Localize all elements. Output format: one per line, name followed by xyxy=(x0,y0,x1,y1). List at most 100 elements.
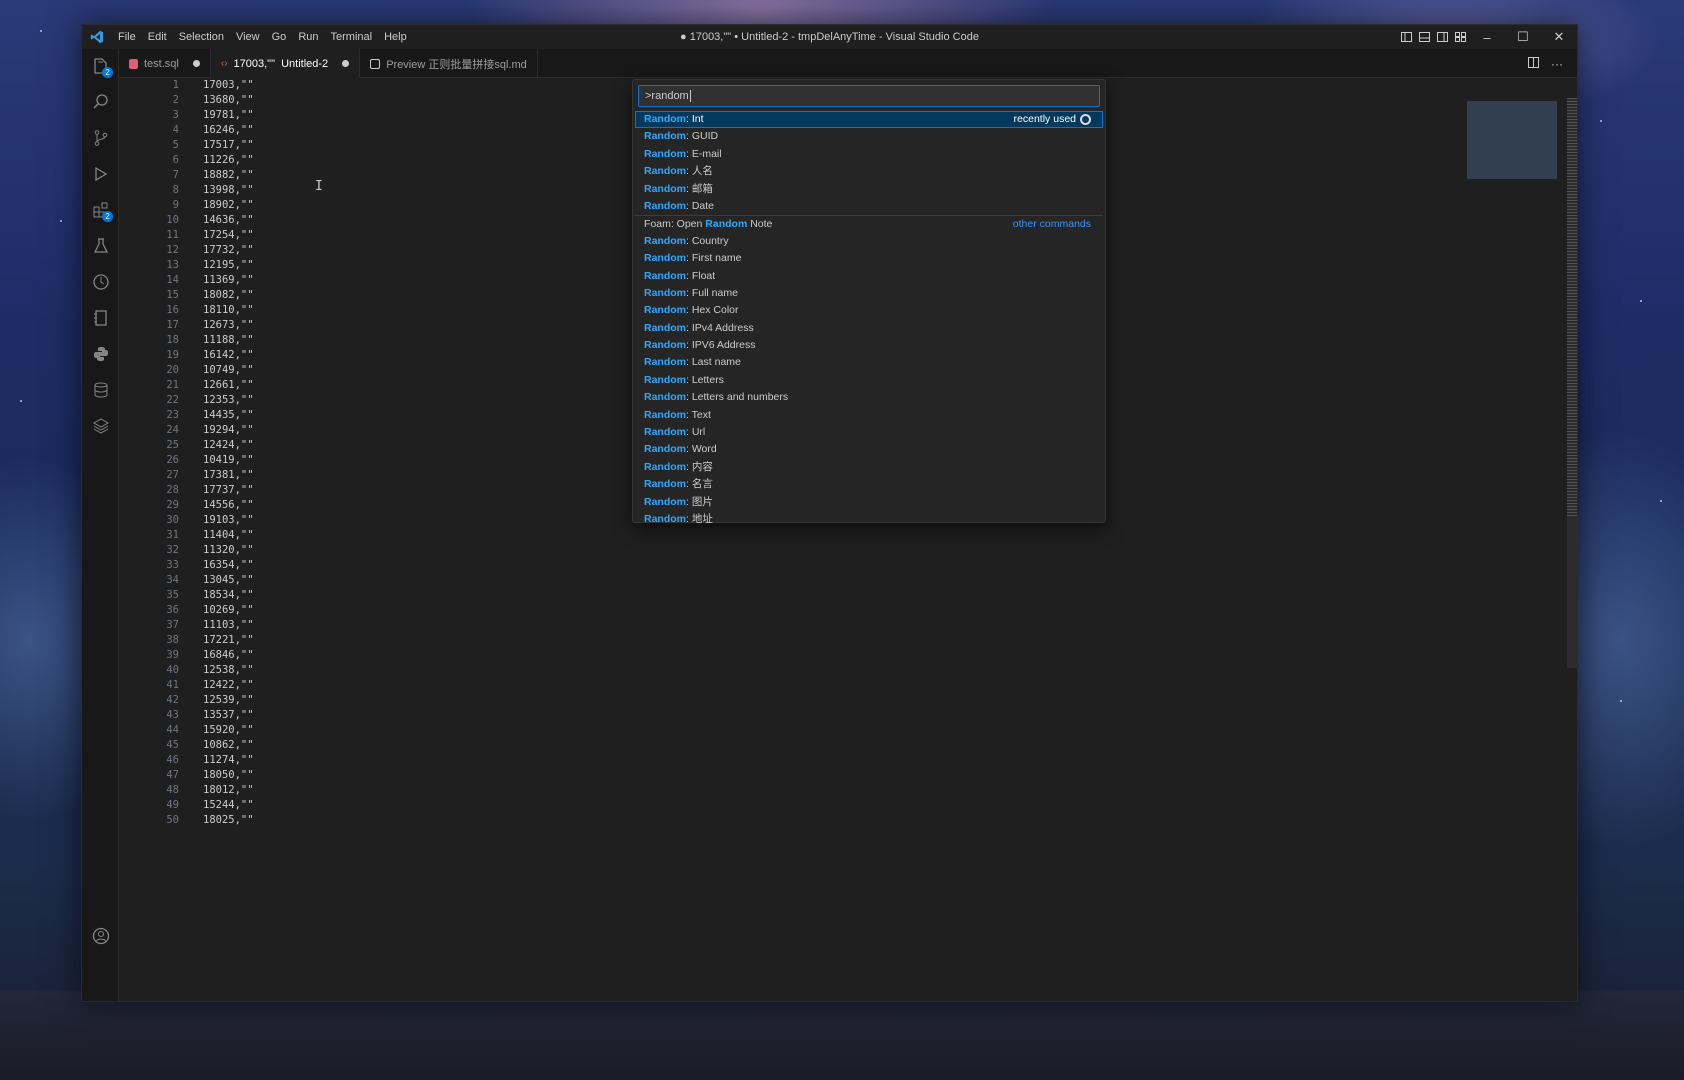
command-palette-input[interactable]: >random xyxy=(638,85,1100,107)
code-line[interactable]: 12539,"" xyxy=(203,693,254,708)
code-line[interactable]: 11103,"" xyxy=(203,618,254,633)
code-line[interactable]: 11320,"" xyxy=(203,543,254,558)
code-line[interactable]: 13045,"" xyxy=(203,573,254,588)
code-content[interactable]: 17003,"" 13680,"" 19781,"" 16246,"" 17517,""… xyxy=(203,78,254,828)
testing-icon[interactable] xyxy=(82,229,119,263)
code-line[interactable]: 12538,"" xyxy=(203,663,254,678)
code-line[interactable]: 15244,"" xyxy=(203,798,254,813)
command-item[interactable]: Random: Hex Color xyxy=(635,302,1103,319)
code-line[interactable]: 12422,"" xyxy=(203,678,254,693)
account-icon[interactable] xyxy=(82,919,119,953)
customize-layout-icon[interactable] xyxy=(1451,25,1469,49)
code-line[interactable]: 18534,"" xyxy=(203,588,254,603)
code-line[interactable]: 17254,"" xyxy=(203,228,254,243)
code-line[interactable]: 10749,"" xyxy=(203,363,254,378)
run-debug-icon[interactable] xyxy=(82,157,119,191)
tab-test-sql[interactable]: test.sql xyxy=(119,49,211,78)
timeline-icon[interactable] xyxy=(82,265,119,299)
code-line[interactable]: 12195,"" xyxy=(203,258,254,273)
menu-help[interactable]: Help xyxy=(378,25,413,49)
explorer-icon[interactable]: 2 xyxy=(82,49,119,83)
command-item[interactable]: Random: Int recently used xyxy=(635,111,1103,129)
tab-untitled-2[interactable]: ‹› 17003,"" Untitled-2 xyxy=(210,49,361,78)
command-item[interactable]: Random: Word xyxy=(635,441,1103,458)
code-line[interactable]: 18882,"" xyxy=(203,168,254,183)
code-line[interactable]: 18082,"" xyxy=(203,288,254,303)
command-item[interactable]: Random: GUID xyxy=(635,128,1103,145)
notebook-icon[interactable] xyxy=(82,301,119,335)
toggle-secondary-sidebar-icon[interactable] xyxy=(1433,25,1451,49)
code-line[interactable]: 17381,"" xyxy=(203,468,254,483)
python-icon[interactable] xyxy=(82,337,119,371)
command-item[interactable]: Random: E-mail xyxy=(635,146,1103,163)
command-item[interactable]: Random: Letters xyxy=(635,372,1103,389)
menu-terminal[interactable]: Terminal xyxy=(325,25,379,49)
code-line[interactable]: 18050,"" xyxy=(203,768,254,783)
code-line[interactable]: 16142,"" xyxy=(203,348,254,363)
code-line[interactable]: 17003,"" xyxy=(203,78,254,93)
code-line[interactable]: 10269,"" xyxy=(203,603,254,618)
code-line[interactable]: 11226,"" xyxy=(203,153,254,168)
code-line[interactable]: 19781,"" xyxy=(203,108,254,123)
code-line[interactable]: 16246,"" xyxy=(203,123,254,138)
code-line[interactable]: 12673,"" xyxy=(203,318,254,333)
code-line[interactable]: 14435,"" xyxy=(203,408,254,423)
code-line[interactable]: 19103,"" xyxy=(203,513,254,528)
code-line[interactable]: 12424,"" xyxy=(203,438,254,453)
code-line[interactable]: 13680,"" xyxy=(203,93,254,108)
command-item[interactable]: Random: 地址 xyxy=(635,511,1103,528)
command-item[interactable]: Random: Letters and numbers xyxy=(635,389,1103,406)
toggle-sidebar-icon[interactable] xyxy=(1397,25,1415,49)
code-line[interactable]: 11188,"" xyxy=(203,333,254,348)
split-editor-icon[interactable] xyxy=(1528,56,1539,71)
extensions-icon[interactable]: 2 xyxy=(82,193,119,227)
code-line[interactable]: 18110,"" xyxy=(203,303,254,318)
code-line[interactable]: 13537,"" xyxy=(203,708,254,723)
code-line[interactable]: 13998,"" xyxy=(203,183,254,198)
command-item[interactable]: Foam: Open Random Note other commands xyxy=(635,215,1103,232)
toggle-panel-icon[interactable] xyxy=(1415,25,1433,49)
command-item[interactable]: Random: IPV6 Address xyxy=(635,337,1103,354)
code-line[interactable]: 17221,"" xyxy=(203,633,254,648)
other-commands-link[interactable]: other commands xyxy=(1013,216,1091,233)
database-icon[interactable] xyxy=(82,373,119,407)
command-item[interactable]: Random: 名言 xyxy=(635,476,1103,493)
command-item[interactable]: Random: First name xyxy=(635,250,1103,267)
command-item[interactable]: Random: 人名 xyxy=(635,163,1103,180)
close-button[interactable]: ✕ xyxy=(1541,25,1577,49)
menu-run[interactable]: Run xyxy=(292,25,324,49)
command-item[interactable]: Random: Full name xyxy=(635,285,1103,302)
command-item[interactable]: Random: Url xyxy=(635,424,1103,441)
menu-edit[interactable]: Edit xyxy=(142,25,173,49)
command-item[interactable]: Random: Last name xyxy=(635,354,1103,371)
minimap-slider[interactable] xyxy=(1467,101,1557,179)
more-actions-icon[interactable]: ··· xyxy=(1551,57,1563,71)
code-line[interactable]: 11274,"" xyxy=(203,753,254,768)
code-line[interactable]: 11404,"" xyxy=(203,528,254,543)
search-icon[interactable] xyxy=(82,85,119,119)
command-item[interactable]: Random: 邮箱 xyxy=(635,181,1103,198)
command-item[interactable]: Random: Text xyxy=(635,407,1103,424)
code-line[interactable]: 19294,"" xyxy=(203,423,254,438)
code-line[interactable]: 12353,"" xyxy=(203,393,254,408)
code-line[interactable]: 12661,"" xyxy=(203,378,254,393)
code-line[interactable]: 14556,"" xyxy=(203,498,254,513)
code-line[interactable]: 18012,"" xyxy=(203,783,254,798)
code-line[interactable]: 10419,"" xyxy=(203,453,254,468)
menu-go[interactable]: Go xyxy=(266,25,293,49)
menu-selection[interactable]: Selection xyxy=(173,25,230,49)
command-item[interactable]: Random: 内容 xyxy=(635,459,1103,476)
minimize-button[interactable]: – xyxy=(1469,25,1505,49)
code-line[interactable]: 10862,"" xyxy=(203,738,254,753)
maximize-button[interactable]: ☐ xyxy=(1505,25,1541,49)
code-line[interactable]: 11369,"" xyxy=(203,273,254,288)
code-line[interactable]: 14636,"" xyxy=(203,213,254,228)
code-line[interactable]: 18902,"" xyxy=(203,198,254,213)
menu-view[interactable]: View xyxy=(230,25,266,49)
command-item[interactable]: Random: Country xyxy=(635,233,1103,250)
command-item[interactable]: Random: 图片 xyxy=(635,494,1103,511)
code-line[interactable]: 17732,"" xyxy=(203,243,254,258)
code-line[interactable]: 16354,"" xyxy=(203,558,254,573)
tab-preview-md[interactable]: Preview 正则批量拼接sql.md xyxy=(360,49,538,78)
code-line[interactable]: 17517,"" xyxy=(203,138,254,153)
